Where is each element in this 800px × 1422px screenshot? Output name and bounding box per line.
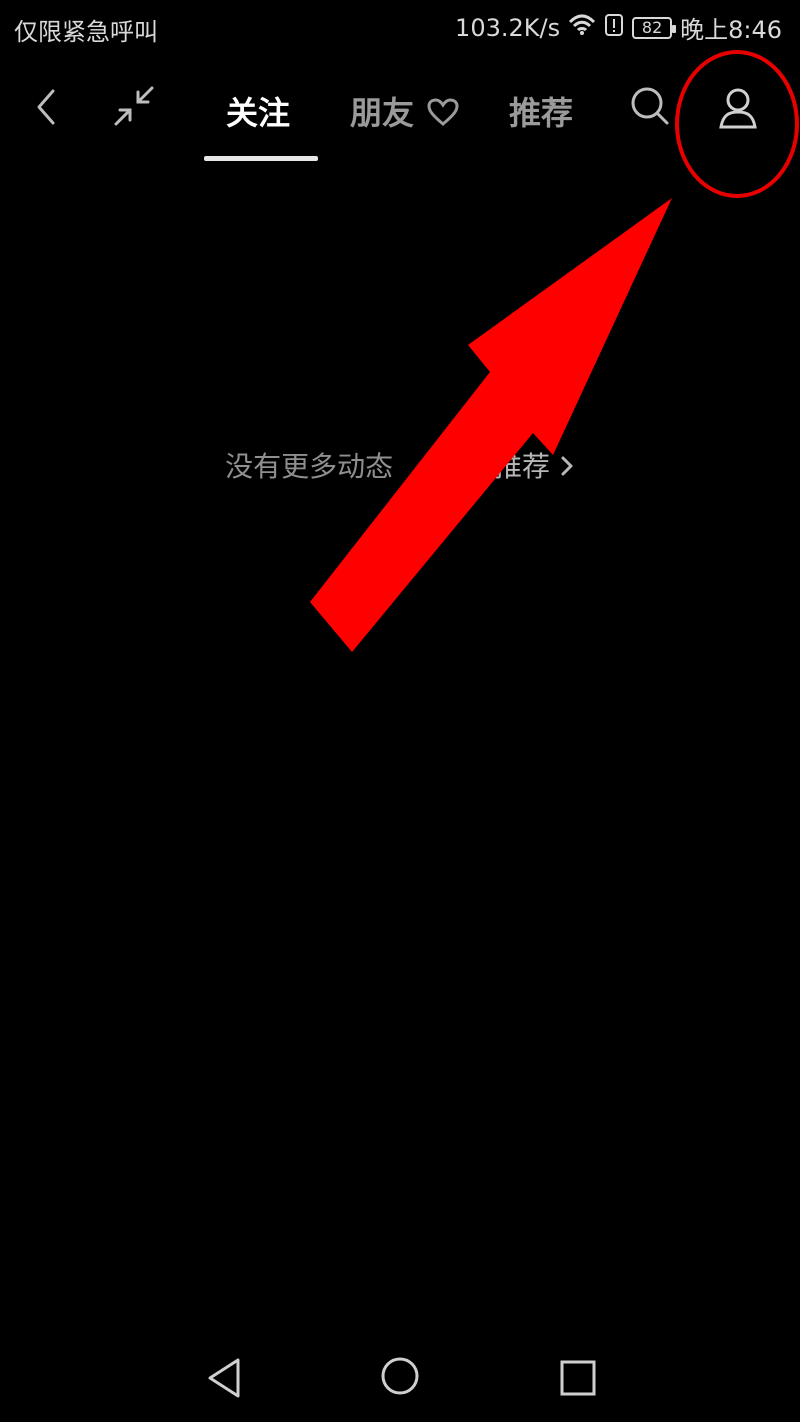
search-button[interactable] — [626, 84, 674, 132]
battery-level: 82 — [641, 17, 663, 37]
tab-follow[interactable]: 关注 — [226, 88, 290, 134]
annotation-arrow — [310, 198, 672, 652]
back-button[interactable] — [26, 84, 66, 134]
profile-icon — [715, 85, 761, 135]
nav-back-icon — [204, 1356, 244, 1404]
nav-recent-button[interactable] — [552, 1354, 604, 1406]
top-navigation: 关注 朋友 推荐 — [0, 62, 800, 172]
search-icon — [629, 85, 671, 131]
recommend-link-label: 推荐 — [494, 450, 551, 483]
heart-icon — [427, 96, 459, 134]
status-time: 晚上8:46 — [680, 16, 782, 44]
wifi-icon — [568, 14, 596, 42]
empty-state: 没有更多动态 推荐 — [0, 445, 800, 485]
status-bar: 仅限紧急呼叫 103.2K/s 82 晚上8:46 — [0, 0, 800, 56]
empty-state-message: 没有更多动态 — [225, 450, 394, 483]
alert-sim-icon — [604, 13, 624, 43]
net-speed: 103.2K/s — [455, 13, 561, 42]
nav-home-button[interactable] — [374, 1352, 426, 1404]
profile-button[interactable] — [710, 82, 766, 138]
carrier-text: 仅限紧急呼叫 — [14, 18, 158, 46]
nav-recent-icon — [558, 1358, 598, 1402]
tab-active-underline — [204, 156, 318, 161]
tab-friends[interactable]: 朋友 — [350, 88, 459, 134]
system-navigation-bar — [0, 1336, 800, 1422]
recommend-link[interactable]: 推荐 — [494, 450, 575, 483]
nav-back-button[interactable] — [198, 1354, 250, 1406]
tab-recommend[interactable]: 推荐 — [509, 88, 573, 134]
status-right: 103.2K/s 82 晚上8:46 — [455, 10, 782, 45]
annotation-overlay — [310, 50, 799, 652]
battery-icon: 82 — [632, 16, 677, 39]
collapse-button[interactable] — [106, 80, 162, 136]
tab-friends-label: 朋友 — [350, 94, 415, 132]
collapse-icon — [112, 84, 156, 132]
chevron-right-icon — [559, 452, 575, 485]
nav-home-icon — [378, 1354, 422, 1402]
back-icon — [31, 87, 61, 131]
